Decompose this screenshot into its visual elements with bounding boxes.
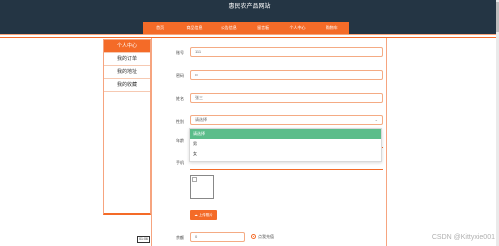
sidebar: 个人中心 我的订单 我的地址 我的收藏	[103, 39, 151, 215]
nav-notices[interactable]: 公告信息	[212, 22, 246, 34]
sidebar-item-favorites[interactable]: 我的收藏	[104, 79, 150, 92]
watermark: CSDN @Kittyxie001	[431, 234, 495, 241]
upload-label: 上传照片	[198, 213, 213, 217]
upload-photo-button[interactable]: ☁上传照片	[190, 210, 217, 220]
divider	[0, 34, 499, 35]
dropdown-option[interactable]: 男	[190, 139, 381, 149]
time-tag: 01:06	[137, 236, 150, 243]
gender-label: 性别	[176, 119, 184, 124]
account-label: 账号	[176, 50, 184, 55]
balance-label: 余额	[176, 235, 184, 240]
avatar-image	[190, 175, 214, 199]
name-label: 姓名	[176, 96, 184, 101]
radio-icon[interactable]	[251, 234, 256, 239]
password-input[interactable]: ••	[190, 70, 383, 80]
nav-products[interactable]: 商品信息	[177, 22, 211, 34]
sidebar-item-orders[interactable]: 我的订单	[104, 53, 150, 66]
password-label: 密码	[176, 73, 184, 78]
age-label: 年龄	[176, 138, 184, 143]
name-input[interactable]: 张三	[190, 93, 383, 103]
site-title: 惠民农产品网站	[228, 4, 271, 10]
chevron-down-icon: ⌄	[374, 117, 378, 122]
top-nav: 首页 商品信息 公告信息 留言板 个人中心 购物车	[143, 22, 349, 34]
nav-profile[interactable]: 个人中心	[280, 22, 314, 34]
recharge-link[interactable]: 点我充值	[258, 234, 274, 239]
gender-dropdown: 请选择 男 女	[189, 128, 382, 162]
nav-messages[interactable]: 留言板	[246, 22, 280, 34]
broken-image-icon	[192, 177, 197, 182]
nav-cart[interactable]: 购物车	[315, 22, 349, 34]
account-input[interactable]: 111	[190, 47, 383, 57]
balance-input[interactable]: 0	[190, 232, 245, 242]
phone-input[interactable]	[190, 169, 383, 170]
dropdown-option[interactable]: 女	[190, 149, 381, 159]
page: 惠民农产品网站 首页 商品信息 公告信息 留言板 个人中心 购物车 个人中心 我…	[0, 0, 499, 246]
upload-icon: ☁	[194, 213, 198, 217]
sidebar-item-profile[interactable]: 个人中心	[104, 40, 150, 53]
gender-select[interactable]: 请选择 ⌄	[190, 115, 383, 125]
sidebar-item-address[interactable]: 我的地址	[104, 66, 150, 79]
dropdown-option[interactable]: 请选择	[190, 129, 381, 139]
nav-home[interactable]: 首页	[143, 22, 177, 34]
gender-select-value: 请选择	[195, 117, 207, 122]
phone-label: 手机	[176, 160, 184, 165]
